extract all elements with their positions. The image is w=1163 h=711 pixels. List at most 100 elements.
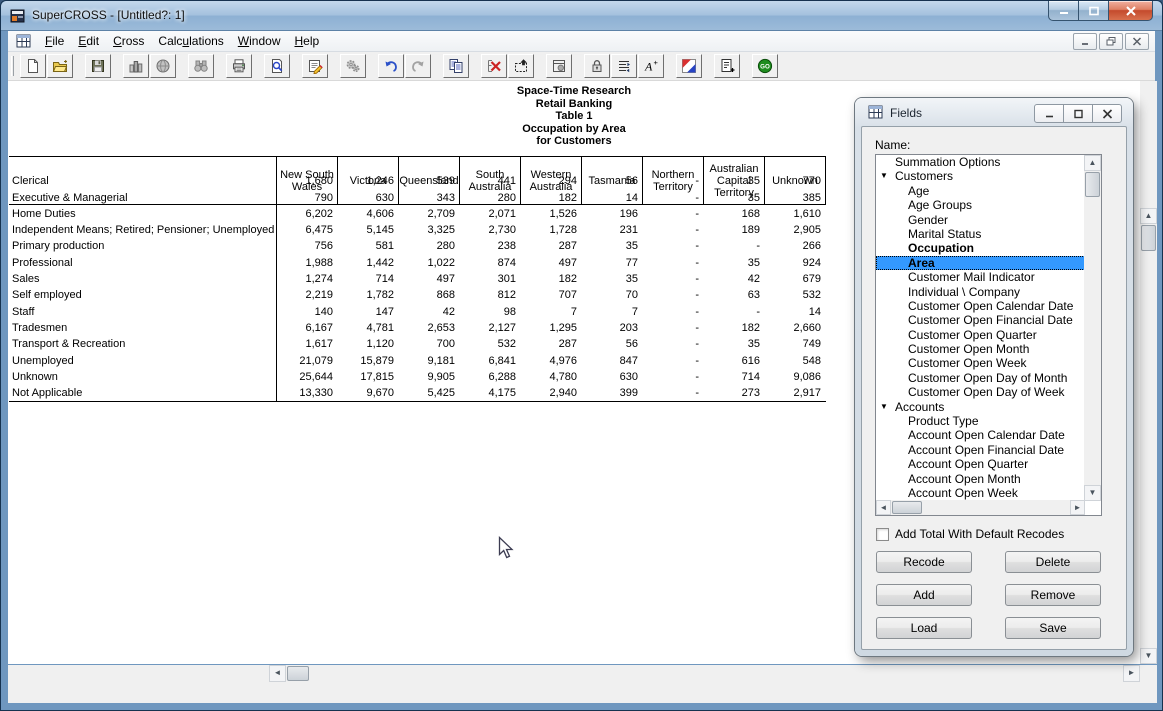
toolbar-field-order-button[interactable] [611,54,637,78]
field-item-individual-company[interactable]: Individual \ Company [876,285,1085,299]
row-label-professional[interactable]: Professional [9,255,277,271]
menu-edit[interactable]: Edit [71,31,106,51]
toolbar-colors-button[interactable] [676,54,702,78]
row-label-unknown[interactable]: Unknown [9,369,277,385]
row-label-transport-recreation[interactable]: Transport & Recreation [9,336,277,352]
dialog-maximize-button[interactable] [1063,104,1093,123]
field-item-account-open-week[interactable]: Account Open Week [876,486,1085,500]
row-label-executive-managerial[interactable]: Executive & Managerial [9,190,277,206]
toolbar-zero-suppression-button[interactable] [546,54,572,78]
add-button[interactable]: Add [876,584,972,606]
menu-window[interactable]: Window [231,31,288,51]
listbox-scroll-up-button[interactable]: ▲ [1084,155,1101,171]
toolbar-new-document-button[interactable] [20,54,46,78]
listbox-horizontal-scroll-thumb[interactable] [892,501,922,514]
scroll-left-button[interactable]: ◄ [269,665,286,682]
field-item-occupation[interactable]: Occupation [876,241,1085,255]
row-label-unemployed[interactable]: Unemployed [9,353,277,369]
toolbar-retain-outline-button[interactable] [508,54,534,78]
menu-cross[interactable]: Cross [106,31,151,51]
listbox-vertical-scrollbar[interactable]: ▲ ▼ [1084,155,1101,501]
recode-button[interactable]: Recode [876,551,972,573]
toolbar-print-preview-button[interactable] [264,54,290,78]
mdi-minimize-button[interactable] [1073,33,1097,50]
toolbar-copy-button[interactable] [443,54,469,78]
vertical-scroll-thumb[interactable] [1141,225,1156,251]
field-item-customer-open-day-of-month[interactable]: Customer Open Day of Month [876,371,1085,385]
row-label-not-applicable[interactable]: Not Applicable [9,385,277,401]
toolbar-bar-chart-button[interactable] [123,54,149,78]
title-bar[interactable]: SuperCROSS - [Untitled?: 1] [1,1,1162,31]
toolbar-font-size-button[interactable]: A+ [638,54,664,78]
field-item-customer-open-financial-date[interactable]: Customer Open Financial Date [876,313,1085,327]
scroll-up-button[interactable]: ▲ [1140,208,1157,224]
toolbar-print-button[interactable] [226,54,252,78]
mdi-close-button[interactable] [1125,33,1149,50]
vertical-scrollbar[interactable]: ▲ ▼ [1140,81,1157,664]
load-button[interactable]: Load [876,617,972,639]
toolbar-go-button[interactable]: GO [752,54,778,78]
toolbar-save-button[interactable] [85,54,111,78]
menu-help[interactable]: Help [287,31,326,51]
scroll-right-button[interactable]: ► [1123,665,1140,682]
menu-file[interactable]: File [38,31,71,51]
field-item-area[interactable]: Area [876,256,1085,270]
toolbar-new-derivation-button[interactable] [714,54,740,78]
listbox-horizontal-scrollbar[interactable]: ◄ ► [876,500,1085,515]
toolbar-delete-cross-button[interactable] [481,54,507,78]
field-item-age-groups[interactable]: Age Groups [876,198,1085,212]
remove-button[interactable]: Remove [1005,584,1101,606]
field-item-marital-status[interactable]: Marital Status [876,227,1085,241]
collapse-arrow-icon[interactable]: ▼ [880,400,888,414]
row-label-tradesmen[interactable]: Tradesmen [9,320,277,336]
fields-listbox[interactable]: Summation Options▼CustomersAgeAge Groups… [875,154,1102,516]
toolbar-lock-button[interactable] [584,54,610,78]
listbox-scroll-down-button[interactable]: ▼ [1084,485,1101,501]
field-item-account-open-quarter[interactable]: Account Open Quarter [876,457,1085,471]
row-label-home-duties[interactable]: Home Duties [9,206,277,222]
save-button[interactable]: Save [1005,617,1101,639]
row-label-self-employed[interactable]: Self employed [9,287,277,303]
field-item-customer-open-day-of-week[interactable]: Customer Open Day of Week [876,385,1085,399]
field-item-product-type[interactable]: Product Type [876,414,1085,428]
close-button[interactable] [1108,1,1153,21]
minimize-button[interactable] [1048,1,1079,21]
dialog-close-button[interactable] [1092,104,1122,123]
add-total-checkbox[interactable] [876,528,889,541]
row-label-clerical[interactable]: Clerical [9,173,277,189]
field-item-customer-open-month[interactable]: Customer Open Month [876,342,1085,356]
field-item-customer-open-week[interactable]: Customer Open Week [876,356,1085,370]
field-item-account-open-month[interactable]: Account Open Month [876,472,1085,486]
field-item-customer-mail-indicator[interactable]: Customer Mail Indicator [876,270,1085,284]
dialog-minimize-button[interactable] [1034,104,1064,123]
horizontal-scroll-thumb[interactable] [287,666,309,681]
toolbar-undo-button[interactable] [378,54,404,78]
toolbar-open-file-button[interactable] [47,54,73,78]
listbox-vertical-scroll-thumb[interactable] [1085,172,1100,197]
field-item-customer-open-calendar-date[interactable]: Customer Open Calendar Date [876,299,1085,313]
scroll-down-button[interactable]: ▼ [1140,648,1157,664]
menu-calculations[interactable]: Calculations [151,31,230,51]
collapse-arrow-icon[interactable]: ▼ [880,169,888,183]
listbox-scroll-left-button[interactable]: ◄ [876,500,891,515]
horizontal-scrollbar[interactable]: ◄ ► [269,665,1140,682]
row-label-sales[interactable]: Sales [9,271,277,287]
field-item-summation-options[interactable]: Summation Options [876,155,1085,169]
row-label-staff[interactable]: Staff [9,304,277,320]
toolbar-grip[interactable] [11,56,14,76]
delete-button[interactable]: Delete [1005,551,1101,573]
maximize-button[interactable] [1079,1,1108,21]
mdi-restore-button[interactable] [1099,33,1123,50]
toolbar-edit-table-button[interactable] [302,54,328,78]
dialog-title-bar[interactable]: Fields [855,98,1133,126]
field-item-account-open-financial-date[interactable]: Account Open Financial Date [876,443,1085,457]
field-item-customer-open-quarter[interactable]: Customer Open Quarter [876,328,1085,342]
row-label-primary-production[interactable]: Primary production [9,238,277,254]
row-label-independent-means-retired-pensioner-unem[interactable]: Independent Means; Retired; Pensioner; U… [9,222,277,238]
field-item-account-open-calendar-date[interactable]: Account Open Calendar Date [876,428,1085,442]
field-item-customers[interactable]: ▼Customers [876,169,1085,183]
field-item-gender[interactable]: Gender [876,213,1085,227]
field-item-age[interactable]: Age [876,184,1085,198]
toolbar-sphere-button[interactable] [150,54,176,78]
listbox-scroll-right-button[interactable]: ► [1070,500,1085,515]
